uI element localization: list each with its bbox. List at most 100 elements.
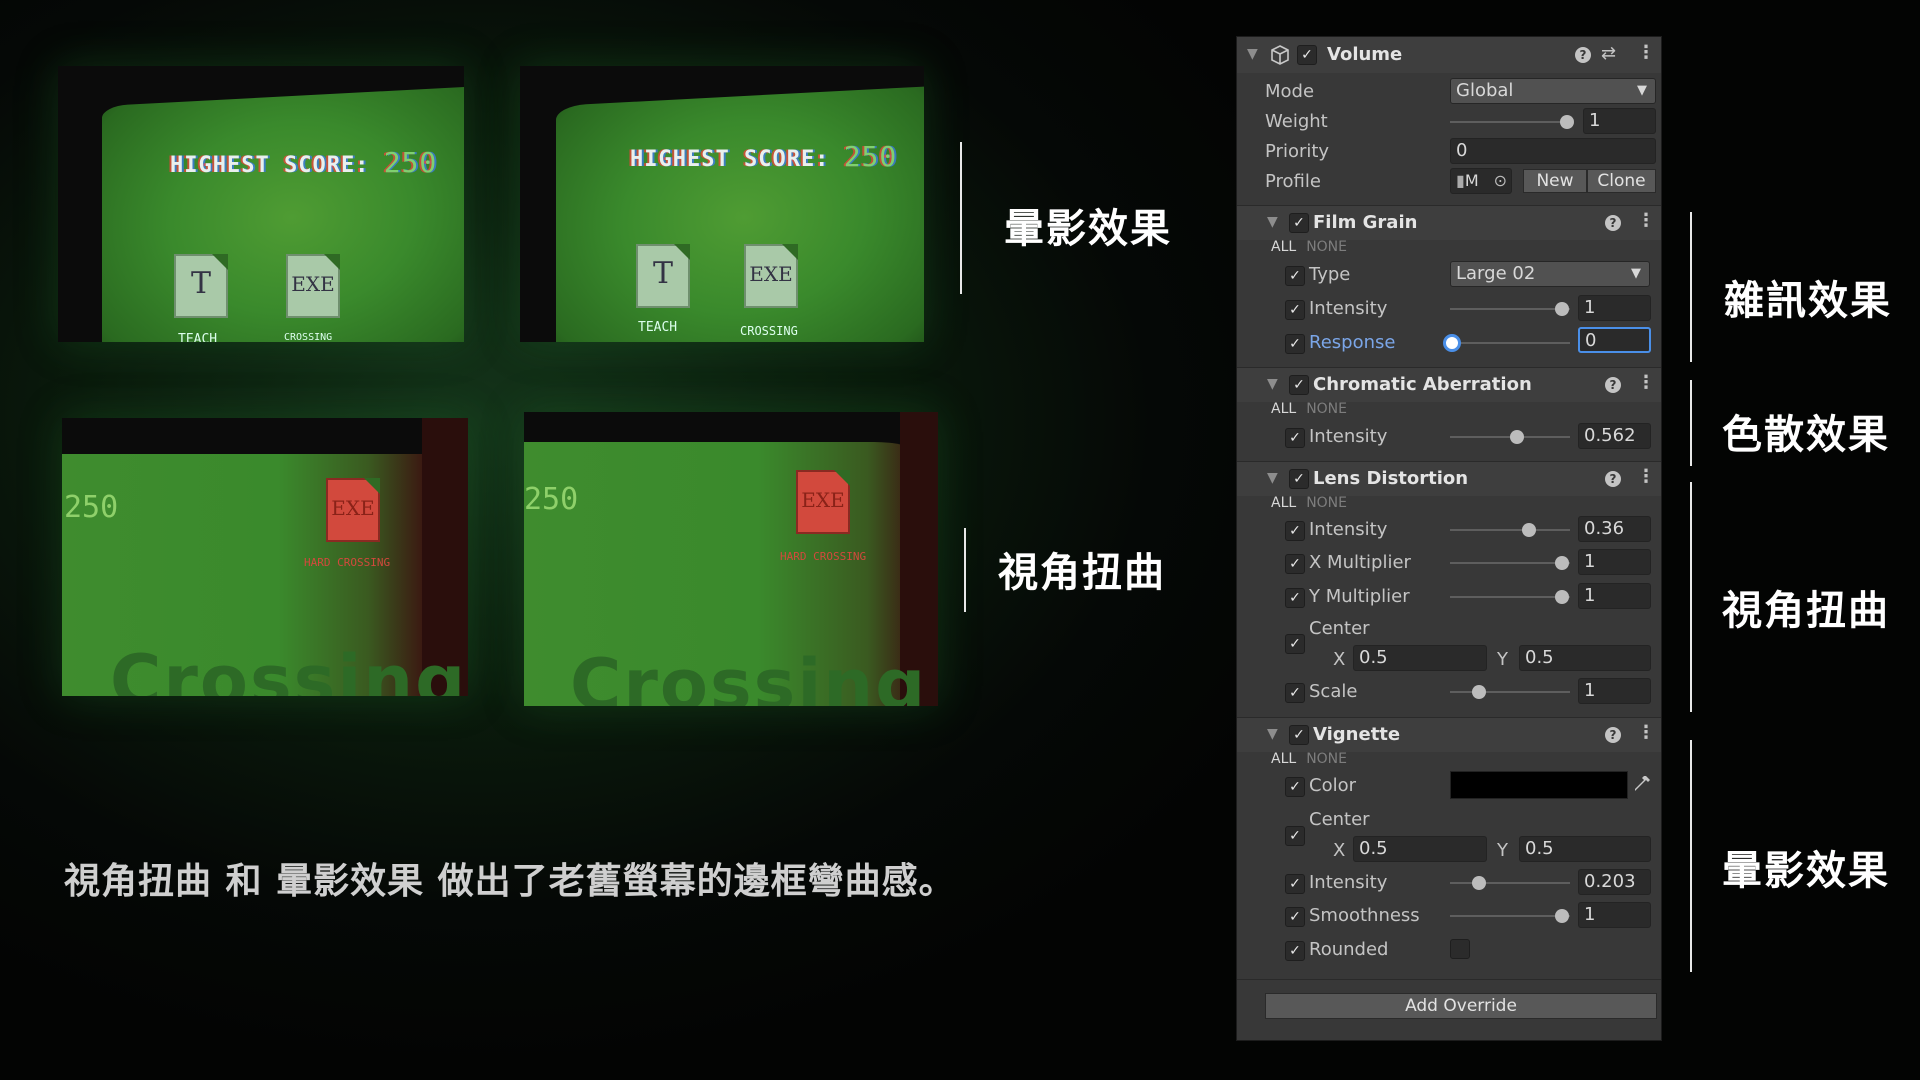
scale-field[interactable]: 1 xyxy=(1578,678,1651,704)
y-multiplier-field[interactable]: 1 xyxy=(1578,583,1651,609)
mode-dropdown[interactable]: Global ▼ xyxy=(1450,78,1656,104)
vignette-enabled-checkbox[interactable]: ✓ xyxy=(1289,725,1309,745)
chromatic-intensity-field[interactable]: 0.562 xyxy=(1578,423,1651,449)
override-checkbox[interactable]: ✓ xyxy=(1285,300,1305,320)
override-checkbox[interactable]: ✓ xyxy=(1285,428,1305,448)
response-slider-thumb[interactable] xyxy=(1443,334,1461,352)
more-menu-icon[interactable]: ⋮ xyxy=(1637,722,1655,743)
divider xyxy=(1237,979,1661,980)
help-icon[interactable]: ? xyxy=(1575,47,1591,63)
more-menu-icon[interactable]: ⋮ xyxy=(1637,210,1655,231)
dropdown-arrow-icon: ▼ xyxy=(1637,83,1647,98)
vignette-color-swatch[interactable] xyxy=(1450,771,1628,799)
help-icon[interactable]: ? xyxy=(1605,377,1621,393)
help-icon[interactable]: ? xyxy=(1605,215,1621,231)
vignette-header[interactable]: ▼ ✓ Vignette ? ⋮ xyxy=(1237,717,1661,752)
override-checkbox[interactable]: ✓ xyxy=(1285,777,1305,797)
dropdown-arrow-icon: ▼ xyxy=(1631,266,1641,281)
vignette-intensity-field[interactable]: 0.203 xyxy=(1578,869,1651,895)
film-grain-header[interactable]: ▼ ✓ Film Grain ? ⋮ xyxy=(1237,205,1661,240)
chromatic-intensity-slider-thumb[interactable] xyxy=(1510,430,1524,444)
y-multiplier-slider-track[interactable] xyxy=(1450,596,1570,598)
chromatic-enabled-checkbox[interactable]: ✓ xyxy=(1289,375,1309,395)
all-none-toggle[interactable]: ALL NONE xyxy=(1271,239,1347,255)
help-icon[interactable]: ? xyxy=(1605,471,1621,487)
all-none-toggle[interactable]: ALL NONE xyxy=(1271,401,1347,417)
x-multiplier-label: X Multiplier xyxy=(1309,552,1411,573)
smoothness-slider-track[interactable] xyxy=(1450,915,1570,917)
override-checkbox[interactable]: ✓ xyxy=(1285,266,1305,286)
weight-slider-thumb[interactable] xyxy=(1560,115,1574,129)
vignette-center-x-field[interactable]: 0.5 xyxy=(1353,836,1487,862)
x-multiplier-field[interactable]: 1 xyxy=(1578,549,1651,575)
collapse-triangle-icon[interactable]: ▼ xyxy=(1267,726,1278,742)
weight-field[interactable]: 1 xyxy=(1583,108,1656,134)
rounded-checkbox[interactable] xyxy=(1450,939,1470,959)
scale-slider-thumb[interactable] xyxy=(1472,685,1486,699)
lens-intensity-field[interactable]: 0.36 xyxy=(1578,516,1651,542)
x-multiplier-slider-track[interactable] xyxy=(1450,562,1570,564)
file-icon-exe: EXE xyxy=(286,254,340,318)
response-slider-track[interactable] xyxy=(1450,342,1570,344)
teach-label: TEACH xyxy=(178,332,218,342)
add-override-button[interactable]: Add Override xyxy=(1265,993,1657,1019)
object-picker-icon[interactable]: ⊙ xyxy=(1494,169,1507,193)
override-checkbox[interactable]: ✓ xyxy=(1285,941,1305,961)
override-checkbox[interactable]: ✓ xyxy=(1285,554,1305,574)
grain-intensity-label: Intensity xyxy=(1309,298,1388,319)
lens-intensity-slider-thumb[interactable] xyxy=(1522,523,1536,537)
vignette-intensity-slider-track[interactable] xyxy=(1450,882,1570,884)
help-icon[interactable]: ? xyxy=(1605,727,1621,743)
y-multiplier-slider-thumb[interactable] xyxy=(1555,590,1569,604)
grain-intensity-slider-thumb[interactable] xyxy=(1555,302,1569,316)
override-checkbox[interactable]: ✓ xyxy=(1285,683,1305,703)
collapse-triangle-icon[interactable]: ▼ xyxy=(1267,376,1278,392)
new-profile-button[interactable]: New xyxy=(1523,169,1587,193)
divider-line xyxy=(1690,212,1692,362)
smoothness-slider-thumb[interactable] xyxy=(1555,909,1569,923)
override-checkbox[interactable]: ✓ xyxy=(1285,634,1305,654)
lens-enabled-checkbox[interactable]: ✓ xyxy=(1289,469,1309,489)
override-checkbox[interactable]: ✓ xyxy=(1285,907,1305,927)
more-menu-icon[interactable]: ⋮ xyxy=(1637,42,1655,63)
priority-label: Priority xyxy=(1265,141,1330,162)
override-checkbox[interactable]: ✓ xyxy=(1285,334,1305,354)
vignette-center-y-field[interactable]: 0.5 xyxy=(1519,836,1651,862)
scale-slider-track[interactable] xyxy=(1450,691,1570,693)
grain-type-dropdown[interactable]: Large 02 ▼ xyxy=(1450,261,1650,287)
grain-intensity-field[interactable]: 1 xyxy=(1578,295,1651,321)
lens-center-y-field[interactable]: 0.5 xyxy=(1519,645,1651,671)
divider-line xyxy=(964,528,966,612)
weight-slider-track[interactable] xyxy=(1450,121,1570,123)
grain-intensity-slider-track[interactable] xyxy=(1450,308,1570,310)
lens-distortion-header[interactable]: ▼ ✓ Lens Distortion ? ⋮ xyxy=(1237,461,1661,496)
clone-profile-button[interactable]: Clone xyxy=(1587,169,1656,193)
weight-label: Weight xyxy=(1265,111,1328,132)
lens-intensity-slider-track[interactable] xyxy=(1450,529,1570,531)
lens-intensity-label: Intensity xyxy=(1309,519,1388,540)
override-checkbox[interactable]: ✓ xyxy=(1285,874,1305,894)
collapse-triangle-icon[interactable]: ▼ xyxy=(1267,470,1278,486)
collapse-triangle-icon[interactable]: ▼ xyxy=(1247,46,1258,62)
override-checkbox[interactable]: ✓ xyxy=(1285,826,1305,846)
override-checkbox[interactable]: ✓ xyxy=(1285,521,1305,541)
vignette-intensity-slider-thumb[interactable] xyxy=(1472,876,1486,890)
x-multiplier-slider-thumb[interactable] xyxy=(1555,556,1569,570)
collapse-triangle-icon[interactable]: ▼ xyxy=(1267,214,1278,230)
override-checkbox[interactable]: ✓ xyxy=(1285,588,1305,608)
all-none-toggle[interactable]: ALL NONE xyxy=(1271,495,1347,511)
profile-field[interactable]: ▮M ⊙ xyxy=(1450,168,1512,194)
priority-field[interactable]: 0 xyxy=(1450,138,1656,164)
more-menu-icon[interactable]: ⋮ xyxy=(1637,466,1655,487)
film-grain-enabled-checkbox[interactable]: ✓ xyxy=(1289,213,1309,233)
more-menu-icon[interactable]: ⋮ xyxy=(1637,372,1655,393)
volume-enabled-checkbox[interactable]: ✓ xyxy=(1297,45,1317,65)
smoothness-field[interactable]: 1 xyxy=(1578,902,1651,928)
preset-icon[interactable]: ⇄ xyxy=(1601,43,1616,64)
eyedropper-icon[interactable] xyxy=(1631,773,1653,795)
all-none-toggle[interactable]: ALL NONE xyxy=(1271,751,1347,767)
chromatic-aberration-header[interactable]: ▼ ✓ Chromatic Aberration ? ⋮ xyxy=(1237,367,1661,402)
response-field[interactable]: 0 xyxy=(1578,327,1651,353)
lens-center-x-field[interactable]: 0.5 xyxy=(1353,645,1487,671)
screenshot-distortion-before: 250 EXE HARD CROSSING Crossing xyxy=(62,418,468,696)
